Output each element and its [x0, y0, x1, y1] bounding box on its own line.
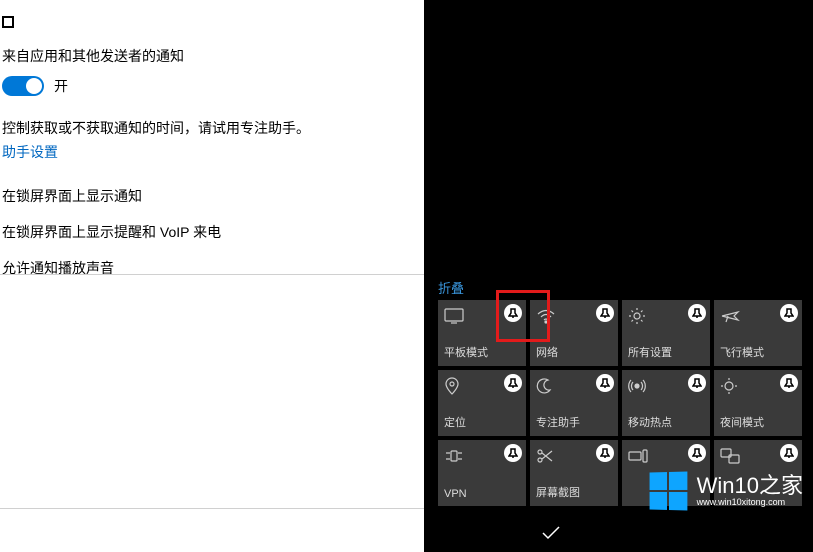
pin-icon[interactable]: [688, 304, 706, 322]
pin-icon[interactable]: [504, 374, 522, 392]
settings-panel: 来自应用和其他发送者的通知 开 控制获取或不获取通知的时间，请试用专注助手。 助…: [0, 0, 424, 552]
wifi-icon: [536, 306, 556, 326]
notification-sound-option[interactable]: 允许通知播放声音: [2, 258, 424, 278]
divider: [0, 508, 424, 509]
night-icon: [720, 376, 740, 396]
moon-icon: [536, 376, 556, 396]
tile-screen-snip[interactable]: 屏幕截图: [530, 440, 618, 506]
tile-all-settings[interactable]: 所有设置: [622, 300, 710, 366]
lockscreen-notifications-option[interactable]: 在锁屏界面上显示通知: [2, 186, 424, 206]
pin-icon[interactable]: [596, 304, 614, 322]
vpn-icon: [444, 446, 464, 466]
pin-icon[interactable]: [504, 444, 522, 462]
toggle-knob: [26, 78, 42, 94]
watermark: Win10之家 www.win10xitong.com: [649, 472, 803, 510]
connect-icon: [628, 446, 648, 466]
focus-assist-link[interactable]: 助手设置: [2, 142, 424, 162]
tile-label: 定位: [444, 414, 520, 430]
tile-network[interactable]: 网络: [530, 300, 618, 366]
tile-label: 专注助手: [536, 414, 612, 430]
airplane-icon: [720, 306, 740, 326]
divider: [0, 274, 424, 275]
snip-icon: [536, 446, 556, 466]
toggle-pill: [2, 76, 44, 96]
tile-location[interactable]: 定位: [438, 370, 526, 436]
project-icon: [720, 446, 740, 466]
pin-icon[interactable]: [596, 374, 614, 392]
tile-vpn[interactable]: VPN: [438, 440, 526, 506]
tile-label: 所有设置: [628, 344, 704, 360]
tile-label: 夜间模式: [720, 414, 796, 430]
tile-tablet-mode[interactable]: 平板模式: [438, 300, 526, 366]
tile-focus-assist[interactable]: 专注助手: [530, 370, 618, 436]
tablet-icon: [444, 306, 464, 326]
windows-logo-icon: [649, 472, 687, 511]
tile-label: VPN: [444, 488, 520, 500]
tile-night-light[interactable]: 夜间模式: [714, 370, 802, 436]
tile-label: 飞行模式: [720, 344, 796, 360]
tile-label: 平板模式: [444, 344, 520, 360]
tile-label: 屏幕截图: [536, 484, 612, 500]
focus-assist-desc: 控制获取或不获取通知的时间，请试用专注助手。: [2, 118, 424, 138]
notifications-toggle[interactable]: 开: [2, 76, 424, 96]
pin-icon[interactable]: [780, 444, 798, 462]
pin-icon[interactable]: [780, 304, 798, 322]
pin-icon[interactable]: [596, 444, 614, 462]
done-check-icon[interactable]: [541, 525, 561, 544]
pin-icon[interactable]: [688, 374, 706, 392]
collapse-link[interactable]: 折叠: [438, 278, 464, 297]
pin-icon[interactable]: [780, 374, 798, 392]
watermark-url: www.win10xitong.com: [697, 498, 803, 508]
toggle-state-label: 开: [54, 76, 68, 96]
tile-label: 网络: [536, 344, 612, 360]
notifications-label: 来自应用和其他发送者的通知: [2, 46, 424, 66]
location-icon: [444, 376, 464, 396]
tile-mobile-hotspot[interactable]: 移动热点: [622, 370, 710, 436]
tile-airplane-mode[interactable]: 飞行模式: [714, 300, 802, 366]
lockscreen-reminders-option[interactable]: 在锁屏界面上显示提醒和 VoIP 来电: [2, 222, 424, 242]
watermark-title: Win10之家: [697, 474, 803, 498]
hotspot-icon: [628, 376, 648, 396]
pin-icon[interactable]: [504, 304, 522, 322]
action-center-panel: 折叠 平板模式 网络 所有设置 飞行模式 定位: [424, 0, 813, 552]
gear-icon: [628, 306, 648, 326]
tile-label: 移动热点: [628, 414, 704, 430]
panel-glyph: [2, 16, 14, 28]
pin-icon[interactable]: [688, 444, 706, 462]
